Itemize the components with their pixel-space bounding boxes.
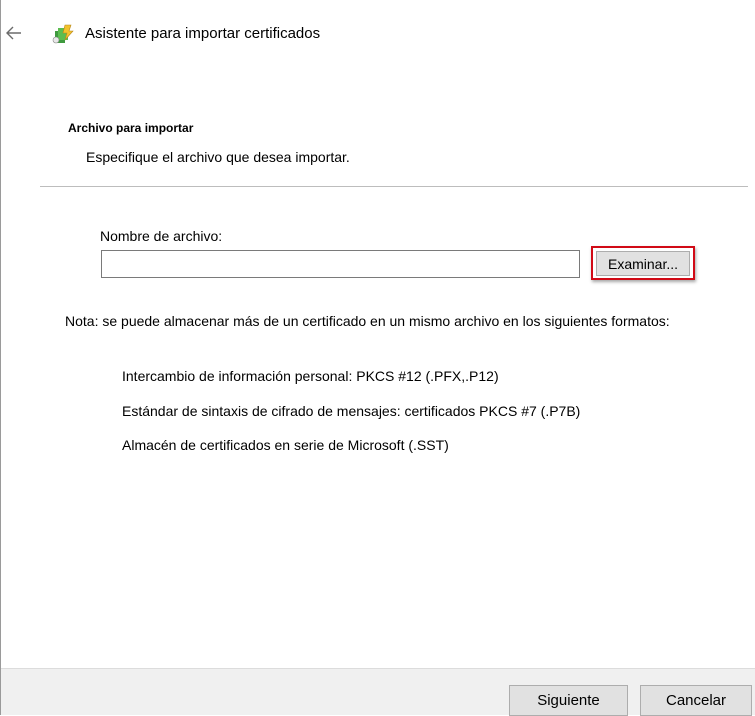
format-item-sst: Almacén de certificados en serie de Micr… (122, 437, 449, 453)
back-button[interactable] (3, 22, 25, 44)
wizard-footer: Siguiente Cancelar (1, 668, 755, 716)
import-certificate-wizard: Asistente para importar certificados Arc… (0, 0, 755, 716)
formats-note: Nota: se puede almacenar más de un certi… (65, 313, 670, 329)
file-name-input[interactable] (101, 250, 580, 278)
back-arrow-icon (6, 26, 21, 40)
file-name-label: Nombre de archivo: (100, 228, 223, 244)
wizard-header: Asistente para importar certificados (1, 0, 755, 72)
next-button[interactable]: Siguiente (509, 685, 628, 716)
cancel-button[interactable]: Cancelar (640, 685, 752, 716)
certificate-wizard-icon (52, 24, 74, 44)
header-divider (40, 186, 748, 187)
page-description: Especifique el archivo que desea importa… (86, 149, 350, 165)
format-item-p7b: Estándar de sintaxis de cifrado de mensa… (122, 403, 581, 419)
page-heading: Archivo para importar (68, 121, 194, 135)
format-item-pfx: Intercambio de información personal: PKC… (122, 368, 499, 384)
browse-button[interactable]: Examinar... (596, 251, 690, 276)
window-title: Asistente para importar certificados (85, 25, 321, 42)
